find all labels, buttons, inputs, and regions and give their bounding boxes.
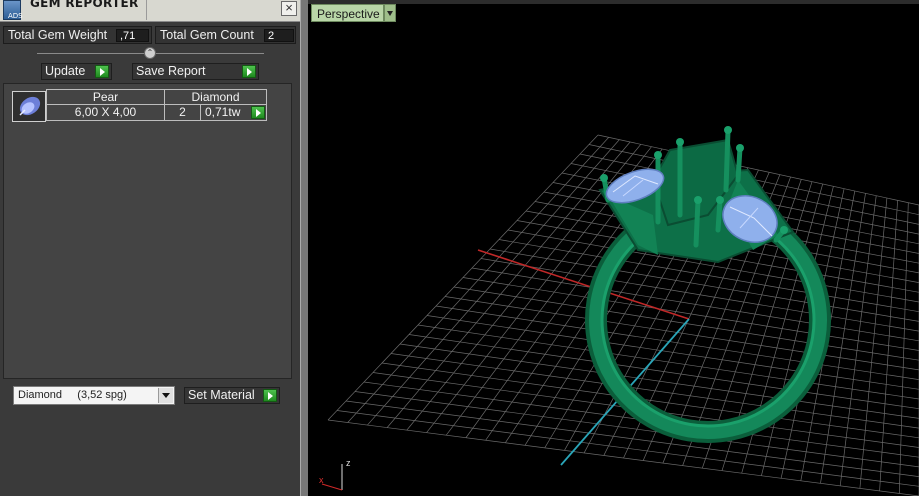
update-button[interactable]: Update: [41, 63, 112, 80]
panel-title: GEM REPORTER: [30, 0, 139, 10]
play-arrow-icon[interactable]: [242, 65, 256, 78]
gem-count-cell: 2: [164, 104, 201, 121]
chevron-down-icon[interactable]: [158, 388, 173, 403]
update-button-label: Update: [45, 64, 86, 78]
play-arrow-icon[interactable]: [251, 106, 265, 119]
set-material-button-label: Set Material: [188, 388, 255, 402]
gem-reporter-icon: ADS: [3, 0, 23, 20]
close-icon[interactable]: ×: [281, 1, 297, 16]
grid-line: [859, 197, 888, 489]
gem-size-cell: 6,00 X 4,00: [46, 104, 165, 121]
chevron-down-icon[interactable]: [384, 4, 396, 22]
gem-shape-cell: Pear: [46, 89, 165, 105]
play-arrow-icon[interactable]: [263, 389, 277, 402]
total-gem-weight-label: Total Gem Weight: [8, 28, 108, 42]
set-material-button[interactable]: Set Material: [184, 387, 280, 404]
panel-splitter[interactable]: [300, 0, 308, 496]
grid-line: [898, 202, 909, 494]
total-gem-count-box: Total Gem Count 2: [155, 26, 296, 44]
grid-line: [399, 343, 919, 419]
perspective-viewport[interactable]: Perspective z x: [308, 0, 919, 496]
axis-x-label: x: [319, 475, 324, 485]
gem-reporter-panel: ADS GEM REPORTER × Total Gem Weight ,71 …: [0, 0, 300, 496]
gem-type-cell: Diamond: [164, 89, 267, 105]
gem-weight-value: 0,71tw: [205, 105, 241, 119]
view-mode-tab[interactable]: Perspective: [311, 4, 384, 22]
total-gem-count-value: 2: [264, 29, 294, 42]
grid-line: [408, 334, 919, 410]
save-report-button-label: Save Report: [136, 64, 206, 78]
total-gem-weight-box: Total Gem Weight ,71: [3, 26, 152, 44]
axis-z-label: z: [346, 458, 351, 468]
gem-list: Pear Diamond 6,00 X 4,00 2 0,71tw: [3, 83, 292, 379]
axis-gizmo: [321, 464, 343, 491]
material-select[interactable]: Diamond (3,52 spg): [13, 386, 175, 405]
play-arrow-icon[interactable]: [95, 65, 109, 78]
view-mode-label: Perspective: [317, 7, 380, 21]
x-axis-line: [477, 249, 690, 320]
material-select-value: Diamond (3,52 spg): [18, 389, 127, 401]
save-report-button[interactable]: Save Report: [132, 63, 259, 80]
pear-diamond-icon: [12, 91, 46, 122]
scene-canvas[interactable]: [308, 0, 919, 496]
grid-line: [426, 315, 919, 390]
total-gem-count-label: Total Gem Count: [160, 28, 254, 42]
slider-handle[interactable]: ⌃: [144, 47, 156, 59]
total-gem-weight-value: ,71: [116, 29, 149, 42]
grid-line: [417, 324, 919, 400]
panel-title-bar[interactable]: ADS GEM REPORTER ×: [0, 0, 300, 22]
grid-line: [336, 410, 919, 487]
grid-line: [327, 419, 919, 496]
title-divider: [146, 0, 147, 20]
